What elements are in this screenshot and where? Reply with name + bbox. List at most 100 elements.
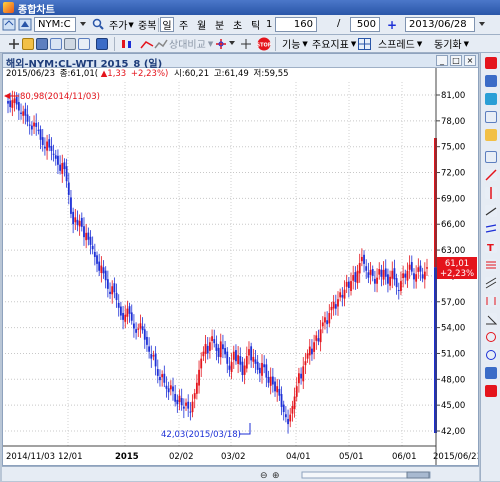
- candle-body: [139, 323, 142, 329]
- candle-body: [22, 111, 25, 116]
- text-icon[interactable]: T: [485, 241, 497, 254]
- period-week-tab[interactable]: 주: [177, 17, 190, 32]
- info-open: 시:60,21: [174, 69, 209, 79]
- candle-body: [117, 302, 120, 308]
- period-tick-tab[interactable]: 틱: [249, 17, 262, 32]
- candle-body: [311, 348, 313, 355]
- price-type-select[interactable]: 주가 ▼: [107, 17, 136, 33]
- compare-button[interactable]: 상대비교 ▼: [167, 36, 215, 52]
- candle-body: [265, 364, 268, 378]
- candle-body: [345, 281, 348, 287]
- vertical-line-icon[interactable]: [485, 187, 497, 199]
- candle-body: [228, 365, 231, 370]
- candle-body: [426, 267, 428, 269]
- dropdown-icon[interactable]: [78, 19, 88, 29]
- candle-body: [376, 277, 378, 284]
- count-input[interactable]: 160: [275, 17, 317, 32]
- chart-bottom-bar: ⊖ ⊕: [2, 466, 479, 481]
- home-icon[interactable]: [2, 18, 16, 31]
- compare-chart-icon[interactable]: [154, 38, 168, 50]
- date-input[interactable]: 2013/06/28: [405, 17, 475, 32]
- candle-body: [191, 401, 194, 413]
- data-icon[interactable]: [96, 38, 108, 50]
- grid-icon[interactable]: [50, 38, 62, 50]
- candle-body: [365, 266, 368, 271]
- period-minute-tab[interactable]: 분: [213, 17, 226, 32]
- period-day-tab[interactable]: 일: [160, 17, 174, 32]
- trend-line-icon[interactable]: [485, 205, 497, 217]
- y-tick-label: 42,00: [441, 427, 465, 437]
- overlay-button[interactable]: 중복: [136, 17, 158, 32]
- up-arrow-icon[interactable]: [18, 18, 32, 31]
- crosshair-tool-icon[interactable]: [485, 151, 497, 163]
- folder-icon[interactable]: [22, 38, 34, 50]
- table-icon[interactable]: [78, 38, 90, 50]
- total-value: 500: [356, 19, 376, 30]
- tool-icon[interactable]: [485, 57, 497, 69]
- line-tool-icon[interactable]: [140, 38, 154, 50]
- candle-body: [63, 162, 66, 170]
- search-icon[interactable]: [92, 18, 104, 30]
- candle-body: [404, 273, 407, 278]
- pointer-icon[interactable]: [485, 129, 497, 141]
- candle-body: [28, 124, 31, 126]
- time-icon[interactable]: [485, 295, 497, 307]
- stop-icon[interactable]: STOP: [256, 37, 272, 51]
- zoom-icon[interactable]: [485, 111, 497, 123]
- calendar-dropdown-icon[interactable]: [477, 19, 487, 29]
- period-second-tab[interactable]: 초: [231, 17, 244, 32]
- data-icon[interactable]: [485, 367, 497, 379]
- drawing-toolbar: T: [480, 53, 500, 481]
- candle-body: [76, 219, 79, 226]
- candle-body: [169, 385, 172, 390]
- tip-icon[interactable]: [485, 385, 497, 397]
- candle-body: [172, 386, 174, 392]
- main-indicator-menu[interactable]: 주요지표 ▼: [310, 36, 358, 52]
- candle-body: [315, 335, 318, 341]
- symbol-input[interactable]: NYM:C: [34, 17, 76, 32]
- minimize-icon[interactable]: _: [436, 55, 448, 66]
- cursor-icon[interactable]: [485, 93, 497, 105]
- channel-icon[interactable]: [485, 277, 497, 289]
- move-icon[interactable]: [8, 38, 20, 50]
- period-month-tab[interactable]: 월: [195, 17, 208, 32]
- crosshair-icon[interactable]: [214, 38, 228, 50]
- y-tick-label: 66,00: [441, 220, 465, 230]
- function-menu[interactable]: 기능 ▼: [280, 36, 310, 52]
- candle-body: [241, 361, 244, 375]
- maximize-icon[interactable]: □: [450, 55, 462, 66]
- candle-body: [98, 261, 101, 271]
- lines-icon[interactable]: [485, 223, 497, 235]
- candle-icon[interactable]: [120, 38, 136, 50]
- candle-body: [65, 166, 68, 182]
- candle-body: [150, 354, 153, 359]
- angle-icon[interactable]: [485, 313, 498, 325]
- candle-body: [48, 139, 51, 148]
- chart-type-icon[interactable]: [485, 75, 497, 87]
- circle-icon[interactable]: [485, 331, 497, 343]
- scrollbar-thumb: [406, 471, 430, 479]
- save-icon[interactable]: [36, 38, 48, 50]
- candle-body: [274, 381, 276, 392]
- total-input[interactable]: 500: [350, 17, 380, 32]
- line-icon[interactable]: [485, 169, 497, 181]
- candle-body: [369, 269, 372, 275]
- svg-text:T: T: [487, 243, 494, 253]
- candle-body: [113, 283, 116, 293]
- candle-body: [352, 275, 355, 281]
- candle-body: [317, 338, 320, 342]
- plus-icon[interactable]: +: [385, 17, 399, 32]
- arc-icon[interactable]: [485, 349, 497, 361]
- price-chart[interactable]: 81,0078,0075,0072,0069,0066,0063,0060,00…: [3, 68, 478, 465]
- layout-grid-icon[interactable]: [358, 38, 371, 50]
- fibo-icon[interactable]: [485, 259, 497, 271]
- spread-menu[interactable]: 스프레드 ▼: [376, 36, 424, 52]
- zoom-controls[interactable]: ⊖ ⊕: [260, 471, 280, 481]
- candle-body: [106, 279, 109, 289]
- print-icon[interactable]: [64, 38, 76, 50]
- candle-body: [289, 414, 292, 422]
- sync-menu[interactable]: 동기화 ▼: [432, 36, 471, 52]
- close-icon[interactable]: ×: [464, 55, 476, 66]
- cursor-icon[interactable]: [240, 38, 252, 50]
- crosshair-dropdown-icon[interactable]: [228, 39, 236, 47]
